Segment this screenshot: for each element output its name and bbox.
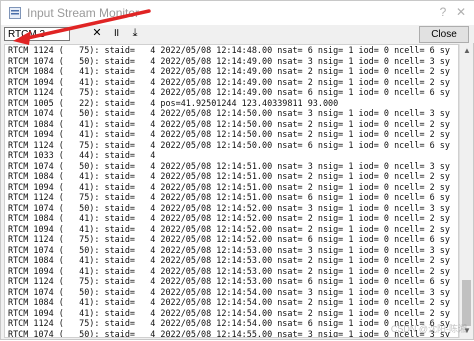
log-line: RTCM 1074 ( 50): staid= 4 2022/05/08 12:… <box>8 108 450 118</box>
input-stream-monitor-window: Input Stream Monitor ? ✕ RTCM 3 ✕ ॥ ⤓ Cl… <box>0 0 474 340</box>
log-line: RTCM 1074 ( 50): staid= 4 2022/05/08 12:… <box>8 202 450 213</box>
window-help-icon[interactable]: ? <box>435 4 451 20</box>
log-line: RTCM 1074 ( 50): staid= 4 2022/05/08 12:… <box>8 244 450 255</box>
log-line: RTCM 1124 ( 75): staid= 4 2022/05/08 12:… <box>8 87 450 97</box>
log-line: RTCM 1005 ( 22): staid= 4 pos=41.9250124… <box>8 97 339 108</box>
scroll-thumb[interactable] <box>462 280 471 326</box>
log-line: RTCM 1084 ( 41): staid= 4 2022/05/08 12:… <box>8 118 450 129</box>
title-bar: Input Stream Monitor ? ✕ <box>1 1 474 25</box>
log-line: RTCM 1094 ( 41): staid= 4 2022/05/08 12:… <box>8 307 450 318</box>
log-line: RTCM 1074 ( 50): staid= 4 2022/05/08 12:… <box>8 286 450 297</box>
log-line: RTCM 1084 ( 41): staid= 4 2022/05/08 12:… <box>8 213 450 223</box>
log-line: RTCM 1094 ( 41): staid= 4 2022/05/08 12:… <box>8 181 450 192</box>
log-line: RTCM 1124 ( 75): staid= 4 2022/05/08 12:… <box>8 45 450 55</box>
clear-icon[interactable]: ✕ <box>90 26 104 40</box>
log-line: RTCM 1074 ( 50): staid= 4 2022/05/08 12:… <box>8 55 450 66</box>
toolbar <box>1 25 474 43</box>
log-line: RTCM 1084 ( 41): staid= 4 2022/05/08 12:… <box>8 66 450 76</box>
log-line: RTCM 1084 ( 41): staid= 4 2022/05/08 12:… <box>8 171 450 181</box>
stream-select[interactable]: RTCM 3 <box>4 27 70 41</box>
pause-icon[interactable]: ॥ <box>109 26 123 40</box>
log-line: RTCM 1124 ( 75): staid= 4 2022/05/08 12:… <box>8 139 450 150</box>
vertical-scrollbar[interactable]: ▲ ▼ <box>459 44 473 338</box>
log-output[interactable]: RTCM 1124 ( 75): staid= 4 2022/05/08 12:… <box>4 44 459 338</box>
log-line: RTCM 1084 ( 41): staid= 4 2022/05/08 12:… <box>8 255 450 265</box>
log-line: RTCM 1084 ( 41): staid= 4 2022/05/08 12:… <box>8 297 450 307</box>
watermark: CSDN @沈阳-陈湘 <box>390 324 467 334</box>
scroll-up-icon[interactable]: ▲ <box>460 44 474 58</box>
log-line: RTCM 1094 ( 41): staid= 4 2022/05/08 12:… <box>8 76 450 87</box>
log-line: RTCM 1033 ( 44): staid= 4 <box>8 150 156 160</box>
log-line: RTCM 1094 ( 41): staid= 4 2022/05/08 12:… <box>8 265 450 276</box>
app-icon <box>9 7 21 19</box>
log-line: RTCM 1124 ( 75): staid= 4 2022/05/08 12:… <box>8 192 450 202</box>
log-line: RTCM 1074 ( 50): staid= 4 2022/05/08 12:… <box>8 160 450 171</box>
log-line: RTCM 1124 ( 75): staid= 4 2022/05/08 12:… <box>8 234 450 244</box>
window-close-icon[interactable]: ✕ <box>453 4 469 20</box>
close-button[interactable]: Close <box>419 26 469 43</box>
save-icon[interactable]: ⤓ <box>128 26 142 40</box>
log-line: RTCM 1094 ( 41): staid= 4 2022/05/08 12:… <box>8 223 450 234</box>
log-line: RTCM 1124 ( 75): staid= 4 2022/05/08 12:… <box>8 276 450 286</box>
window-title: Input Stream Monitor <box>27 6 140 20</box>
log-line: RTCM 1094 ( 41): staid= 4 2022/05/08 12:… <box>8 129 450 139</box>
